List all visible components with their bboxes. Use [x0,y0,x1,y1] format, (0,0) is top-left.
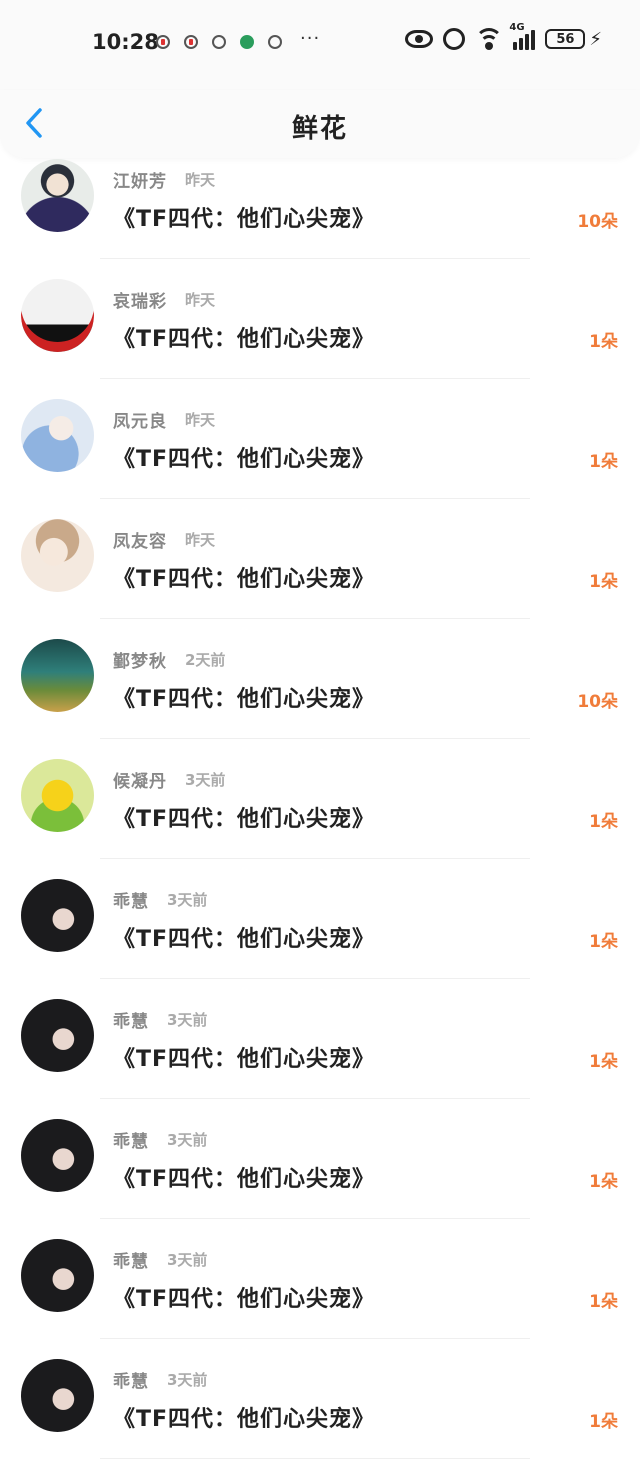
list-item[interactable]: 哀瑞彩 昨天《TF四代：他们心尖宠》 1朵 [0,259,640,379]
flower-count: 1朵 [589,812,618,832]
time-label: 3天前 [167,1131,208,1149]
network-label: 4G [509,22,525,33]
list-item[interactable]: 江妍芳 昨天《TF四代：他们心尖宠》 10朵 [0,139,640,259]
flower-count: 1朵 [589,1292,618,1312]
flower-count: 1朵 [589,452,618,472]
notification-app-icon [212,34,226,49]
list-item[interactable]: 乖慧 3天前《TF四代：他们心尖宠》 1朵 [0,1339,640,1459]
more-notifications-icon: ··· [300,28,321,49]
avatar[interactable] [21,399,94,472]
flower-count: 1朵 [589,572,618,592]
time-label: 昨天 [185,531,216,549]
book-title: 《TF四代：他们心尖宠》 [113,567,376,592]
time-label: 3天前 [167,1011,208,1029]
status-time: 10:28 [92,30,159,54]
flower-count: 1朵 [589,332,618,352]
user-name: 鄞梦秋 [113,652,167,672]
battery-icon: 56 [545,29,586,49]
flower-count: 1朵 [589,932,618,952]
user-name: 乖慧 [113,1252,149,1272]
time-label: 昨天 [185,171,216,189]
time-label: 3天前 [167,1251,208,1269]
user-name: 江妍芳 [113,172,167,192]
avatar[interactable] [21,159,94,232]
user-name: 乖慧 [113,1012,149,1032]
time-label: 3天前 [167,891,208,909]
time-label: 3天前 [167,1371,208,1389]
notification-icons: ··· [156,28,320,49]
wifi-icon [475,28,504,50]
list-item[interactable]: 乖慧 3天前《TF四代：他们心尖宠》 1朵 [0,859,640,979]
book-title: 《TF四代：他们心尖宠》 [113,1167,376,1192]
book-title: 《TF四代：他们心尖宠》 [113,1047,376,1072]
avatar[interactable] [21,1359,94,1432]
signal-icon: 4G [509,22,536,50]
time-label: 昨天 [185,411,216,429]
book-title: 《TF四代：他们心尖宠》 [113,327,376,352]
avatar[interactable] [21,1119,94,1192]
flower-count: 1朵 [589,1052,618,1072]
notification-app-icon [184,34,198,49]
book-title: 《TF四代：他们心尖宠》 [113,1287,376,1312]
avatar[interactable] [21,879,94,952]
book-title: 《TF四代：他们心尖宠》 [113,687,376,712]
alarm-icon [443,28,466,50]
user-name: 乖慧 [113,1132,149,1152]
user-name: 乖慧 [113,892,149,912]
flower-count: 1朵 [589,1172,618,1192]
user-name: 候凝丹 [113,772,167,792]
system-icons: 4G 56 ⚡ [405,22,602,50]
list-item[interactable]: 乖慧 3天前《TF四代：他们心尖宠》 1朵 [0,979,640,1099]
notification-app-icon [268,34,282,49]
book-title: 《TF四代：他们心尖宠》 [113,807,376,832]
list-item[interactable]: 鄞梦秋 2天前《TF四代：他们心尖宠》 10朵 [0,619,640,739]
list-item[interactable]: 候凝丹 3天前《TF四代：他们心尖宠》 1朵 [0,739,640,859]
time-label: 昨天 [185,291,216,309]
flower-count: 10朵 [577,212,618,232]
status-bar: 10:28 ··· 4G 56 ⚡ [0,0,640,90]
list-item[interactable]: 凤元良 昨天《TF四代：他们心尖宠》 1朵 [0,379,640,499]
avatar[interactable] [21,519,94,592]
book-title: 《TF四代：他们心尖宠》 [113,447,376,472]
flower-count: 10朵 [577,692,618,712]
avatar[interactable] [21,279,94,352]
user-name: 凤元良 [113,412,167,432]
notification-app-icon [240,34,254,49]
time-label: 3天前 [185,771,226,789]
book-title: 《TF四代：他们心尖宠》 [113,927,376,952]
book-title: 《TF四代：他们心尖宠》 [113,207,376,232]
charging-icon: ⚡ [589,28,602,50]
avatar[interactable] [21,639,94,712]
notification-app-icon [156,34,170,49]
list-item[interactable]: 乖慧 3天前《TF四代：他们心尖宠》 1朵 [0,1219,640,1339]
user-name: 乖慧 [113,1372,149,1392]
user-name: 哀瑞彩 [113,292,167,312]
flower-count: 1朵 [589,1412,618,1432]
avatar[interactable] [21,999,94,1072]
user-name: 凤友容 [113,532,167,552]
avatar[interactable] [21,759,94,832]
time-label: 2天前 [185,651,226,669]
avatar[interactable] [21,1239,94,1312]
list-item[interactable]: 凤友容 昨天《TF四代：他们心尖宠》 1朵 [0,499,640,619]
book-title: 《TF四代：他们心尖宠》 [113,1407,376,1432]
eye-icon [405,30,434,48]
list-item[interactable]: 乖慧 3天前《TF四代：他们心尖宠》 1朵 [0,1099,640,1219]
flower-list: 江妍芳 昨天 《TF四代：他们心尖宠》 10朵 哀瑞彩 昨天 《TF四代：他们心尖宠》 1朵凤… [0,139,640,1459]
